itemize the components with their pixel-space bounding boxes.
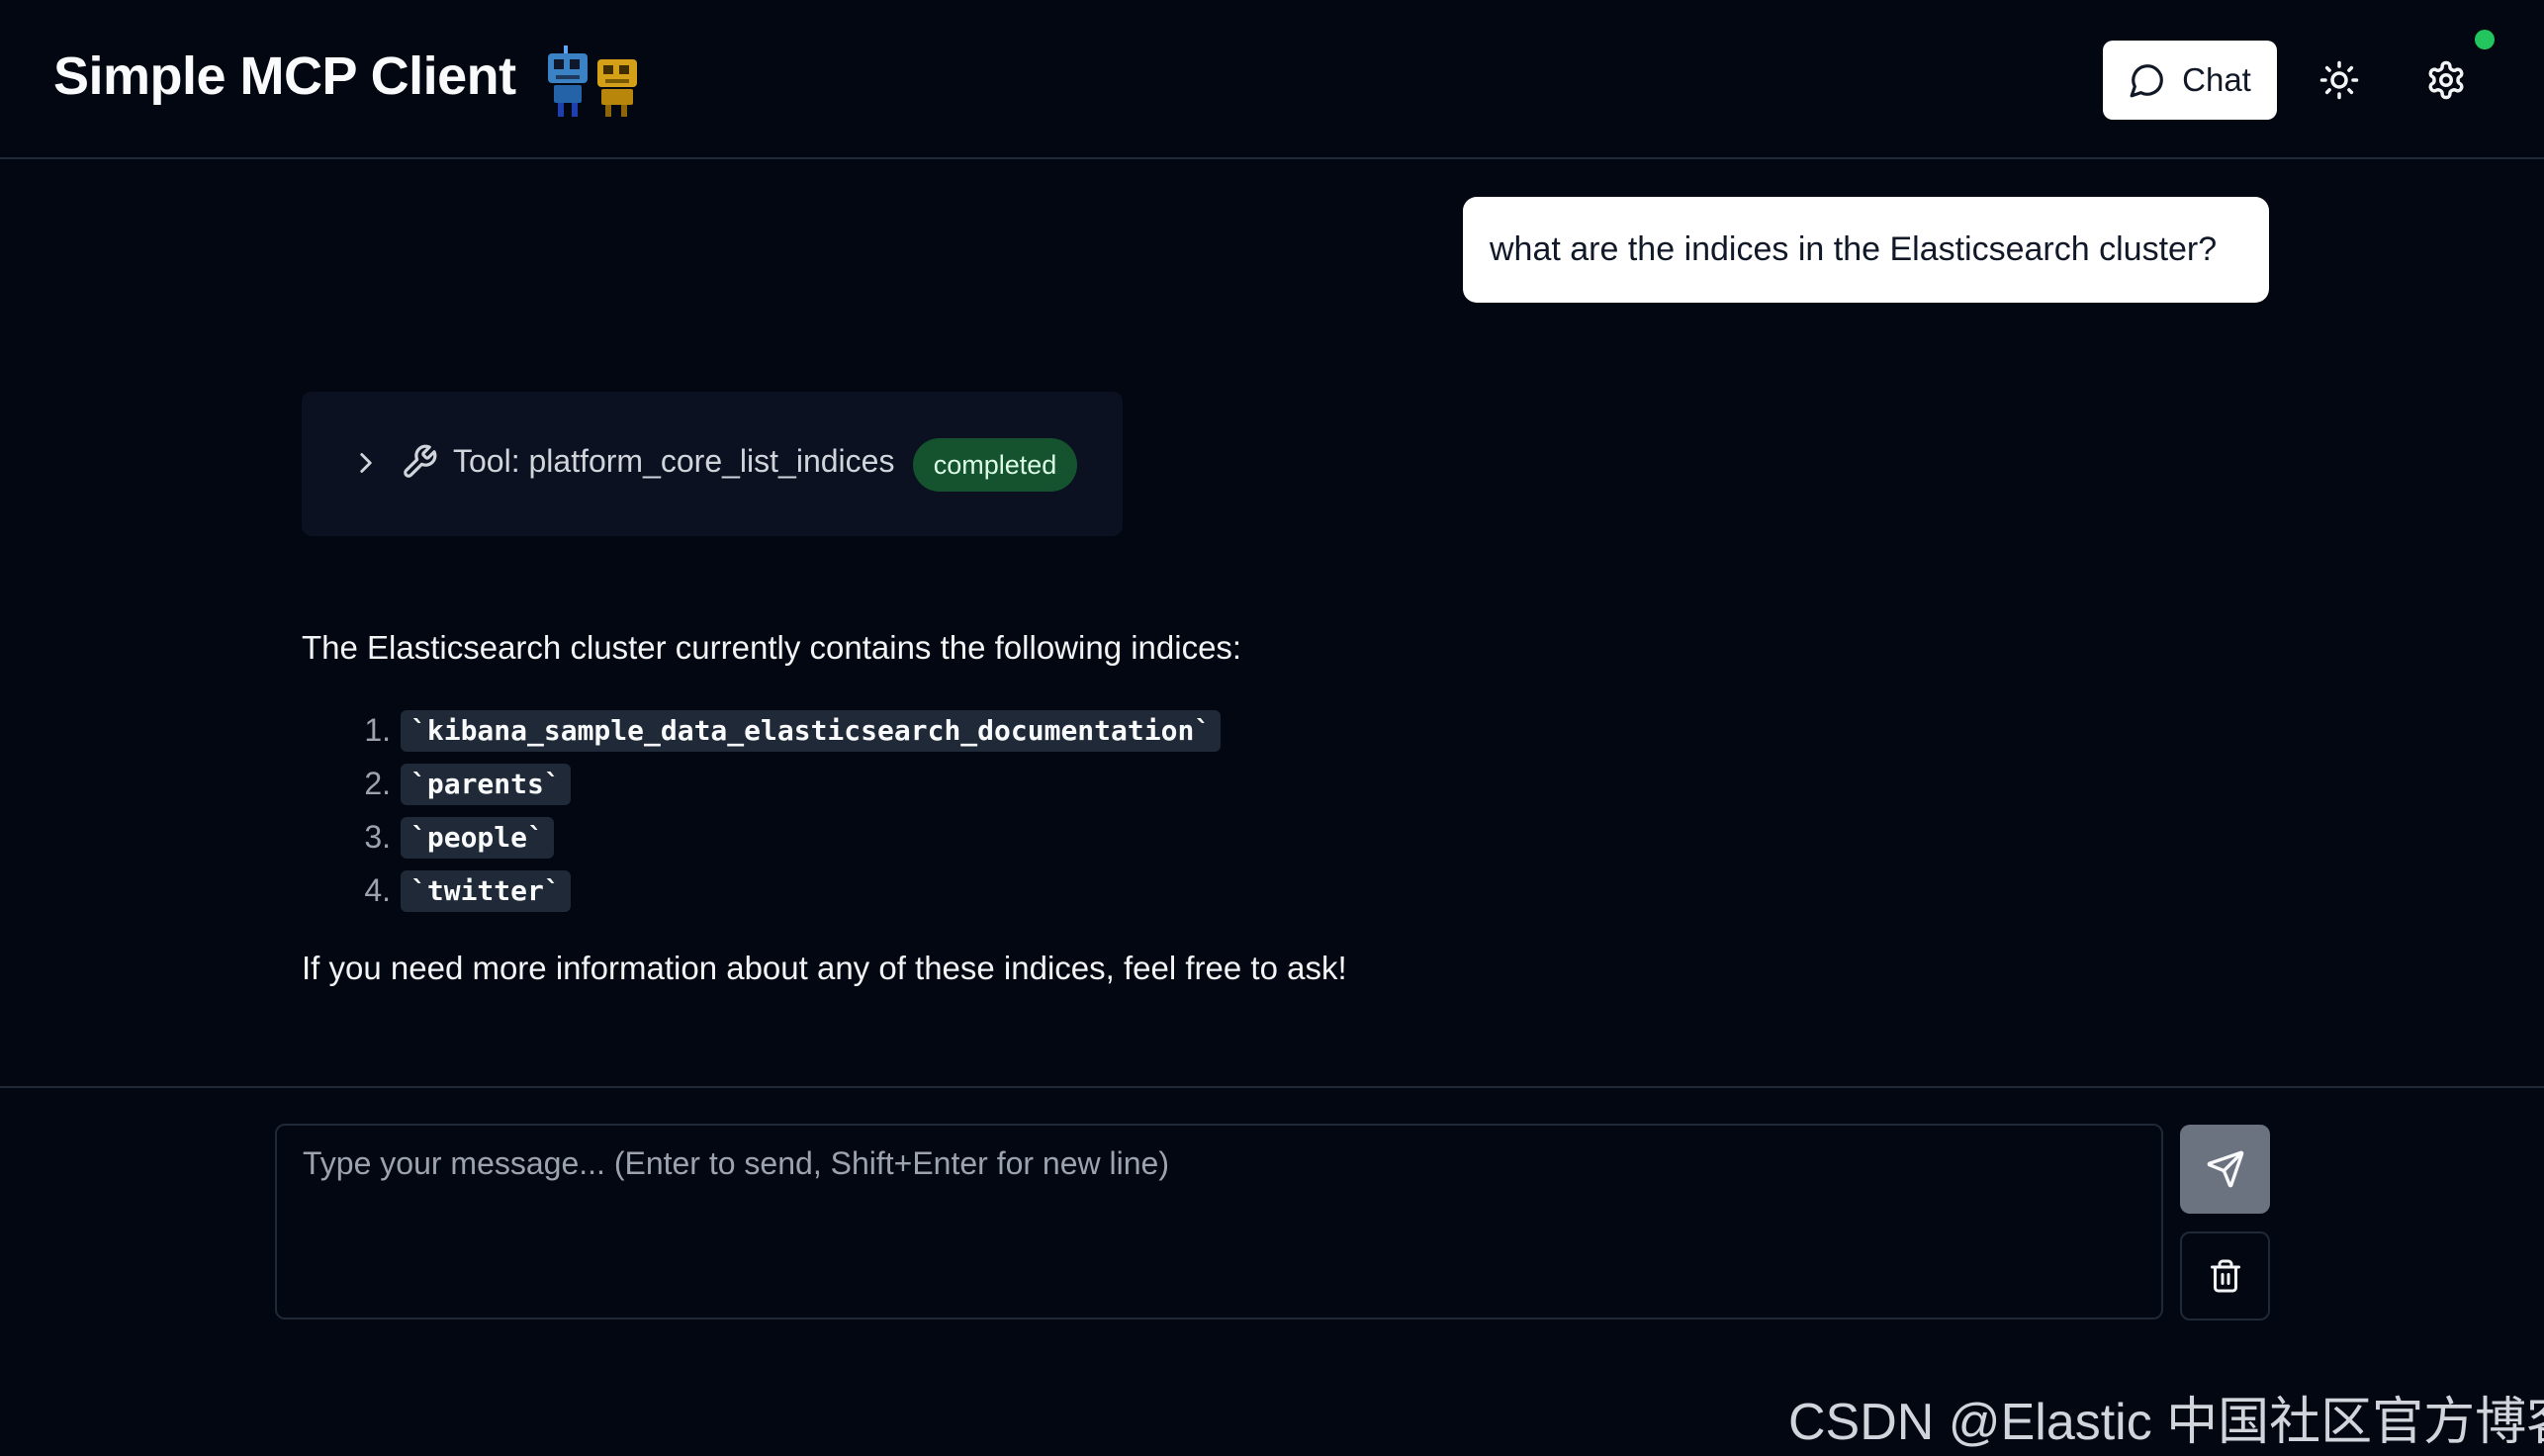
assistant-outro-text: If you need more information about any o…: [302, 950, 1347, 986]
watermark-text: CSDN @Elastic 中国社区官方博客: [1788, 1394, 2544, 1451]
robots-icon: [548, 46, 637, 117]
index-name-code: `twitter`: [401, 870, 571, 912]
app-window: Simple MCP Client Chat what are the indi…: [0, 0, 2544, 1456]
message-circle-icon: [2130, 64, 2163, 98]
wrench-icon: [404, 444, 437, 478]
send-icon: [2207, 1150, 2243, 1188]
tool-call-card[interactable]: Tool: platform_core_list_indices complet…: [302, 392, 1123, 536]
trash-icon: [2210, 1259, 2240, 1293]
app-title: Simple MCP Client: [53, 46, 516, 106]
chevron-right-icon[interactable]: [349, 446, 383, 480]
gear-icon: [2428, 60, 2464, 100]
list-item-number: 2.: [364, 766, 391, 801]
chat-button[interactable]: Chat: [2103, 41, 2277, 120]
sun-icon: [2319, 60, 2359, 100]
tool-status-badge: completed: [913, 438, 1077, 492]
list-item-number: 4.: [364, 872, 391, 908]
connection-status-dot: [2475, 30, 2495, 49]
index-name-code: `parents`: [401, 764, 571, 805]
user-message-bubble: what are the indices in the Elasticsearc…: [1463, 197, 2269, 303]
list-item-number: 1.: [364, 712, 391, 748]
user-message-text: what are the indices in the Elasticsearc…: [1490, 230, 2218, 268]
settings-button[interactable]: [2409, 44, 2483, 117]
tool-call-label: Tool: platform_core_list_indices: [453, 443, 895, 479]
assistant-intro-text: The Elasticsearch cluster currently cont…: [302, 629, 1242, 666]
composer-divider: [0, 1086, 2544, 1088]
clear-chat-button[interactable]: [2180, 1231, 2270, 1320]
theme-toggle-button[interactable]: [2303, 44, 2376, 117]
list-item-number: 3.: [364, 819, 391, 855]
message-input[interactable]: [275, 1124, 2163, 1320]
header: Simple MCP Client Chat: [0, 0, 2544, 159]
index-name-code: `kibana_sample_data_elasticsearch_docume…: [401, 710, 1222, 752]
send-button[interactable]: [2180, 1125, 2270, 1214]
index-name-code: `people`: [401, 817, 554, 859]
chat-button-label: Chat: [2182, 61, 2251, 98]
